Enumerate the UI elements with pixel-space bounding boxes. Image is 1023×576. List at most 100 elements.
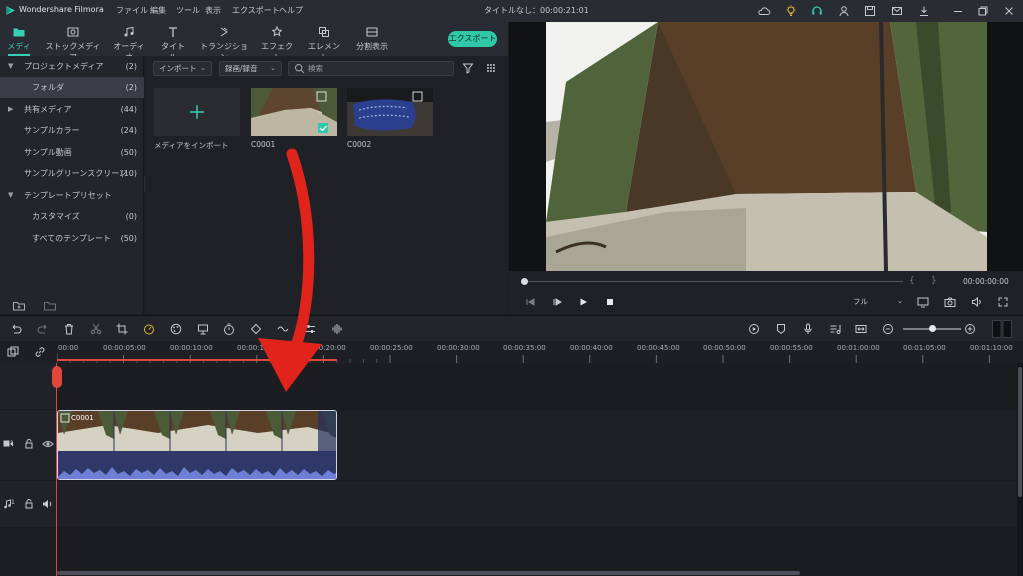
tab-split-screen[interactable]: 分割表示 (353, 22, 391, 56)
tab-stock-media[interactable]: ストックメディア (45, 22, 101, 62)
speaker-icon[interactable] (42, 499, 54, 509)
tab-audio[interactable]: オーディオ (112, 22, 146, 62)
horizontal-scrollbar[interactable] (57, 571, 800, 575)
menu-tools[interactable]: ツール (176, 5, 200, 16)
crop-icon[interactable] (115, 322, 129, 336)
tab-elements[interactable]: エレメント (306, 22, 342, 62)
vertical-scrollbar[interactable] (1017, 363, 1023, 576)
minimize-icon[interactable] (951, 4, 965, 18)
audio-track-lane[interactable] (57, 481, 1017, 527)
sidebar-item-all-templates[interactable]: すべてのテンプレート (50) (0, 228, 144, 249)
spare-track-lane[interactable] (57, 528, 1017, 576)
play-icon[interactable] (576, 295, 590, 309)
sidebar-item-project-media[interactable]: ▼ プロジェクトメディア (2) (0, 56, 144, 77)
grid-view-icon[interactable] (484, 61, 498, 75)
scissors-icon[interactable] (89, 322, 103, 336)
empty-track-lane[interactable] (57, 363, 1017, 409)
media-clip-c0001[interactable] (251, 88, 337, 136)
filter-icon[interactable] (461, 61, 475, 75)
save-icon[interactable] (863, 4, 877, 18)
fullscreen-icon[interactable] (996, 295, 1010, 309)
zoom-out-icon[interactable] (881, 322, 895, 336)
menu-edit[interactable]: 編集 (150, 5, 166, 16)
zoom-in-icon[interactable] (963, 322, 977, 336)
playhead-handle[interactable] (52, 366, 62, 388)
undo-icon[interactable] (9, 322, 23, 336)
import-media-tile[interactable] (154, 88, 240, 136)
import-dropdown[interactable]: インポート ⌄ (153, 61, 212, 76)
headset-support-icon[interactable] (810, 4, 824, 18)
download-icon[interactable] (917, 4, 931, 18)
menu-help[interactable]: ヘルプ (279, 5, 303, 16)
media-clip-c0002[interactable] (347, 88, 433, 136)
color-palette-icon[interactable] (169, 322, 183, 336)
account-icon[interactable] (837, 4, 851, 18)
play-reverse-icon[interactable] (550, 295, 564, 309)
lock-icon[interactable] (24, 498, 34, 509)
menu-export[interactable]: エクスポート (232, 5, 280, 16)
cloud-icon[interactable] (757, 4, 771, 18)
snapshot-camera-icon[interactable] (943, 295, 957, 309)
sidebar-item-count: (0) (125, 212, 137, 221)
tab-transitions[interactable]: トランジション (200, 22, 248, 62)
sidebar-item-count: (44) (120, 105, 137, 114)
ruler-tick-label: 00:01:00:00 (837, 344, 880, 352)
app-title: Wondershare Filmora (19, 5, 104, 14)
duration-timer-icon[interactable] (222, 322, 236, 336)
tab-effects[interactable]: エフェクト (259, 22, 295, 62)
timeline-toolbar (0, 315, 1023, 341)
sidebar-item-label: カスタマイズ (32, 212, 80, 221)
sidebar-item-sample-videos[interactable]: サンプル動画 (50) (0, 142, 144, 163)
audio-waveform-icon[interactable] (330, 322, 344, 336)
volume-icon[interactable] (970, 295, 984, 309)
voiceover-mic-icon[interactable] (801, 322, 815, 336)
quality-dropdown[interactable]: フル ⌄ (849, 294, 905, 309)
sidebar-item-folder[interactable]: フォルダ (2) (0, 77, 144, 98)
layout-toggle-icon[interactable] (992, 320, 1012, 338)
new-folder-icon[interactable] (12, 299, 26, 313)
fit-timeline-icon[interactable] (854, 322, 868, 336)
menu-view[interactable]: 表示 (205, 5, 221, 16)
green-screen-icon[interactable] (196, 322, 210, 336)
folder-outline-icon[interactable] (43, 299, 57, 313)
previous-frame-icon[interactable] (523, 295, 537, 309)
scrubber-handle[interactable] (521, 278, 528, 285)
sidebar-item-template-presets[interactable]: ▼ テンプレートプリセット (0, 185, 144, 206)
close-icon[interactable] (1002, 4, 1016, 18)
sidebar-item-sample-green-screen[interactable]: サンプルグリーンスクリーン (10) (0, 163, 144, 184)
sidebar-item-customize[interactable]: カスタマイズ (0) (0, 206, 144, 227)
delete-icon[interactable] (62, 322, 76, 336)
export-button[interactable]: エクスポート (448, 31, 497, 47)
marker-shield-icon[interactable] (774, 322, 788, 336)
speed-icon[interactable] (142, 322, 156, 336)
mark-in-icon[interactable]: { (909, 276, 915, 286)
eye-icon[interactable] (42, 439, 54, 449)
restore-icon[interactable] (976, 4, 990, 18)
mail-icon[interactable] (890, 4, 904, 18)
preview-scrubber[interactable] (523, 281, 903, 282)
timeline-clip-c0001[interactable]: C0001 (57, 410, 337, 480)
render-preview-icon[interactable] (747, 322, 761, 336)
link-icon[interactable] (33, 345, 47, 359)
lock-icon[interactable] (24, 438, 34, 449)
zoom-slider-handle[interactable] (929, 325, 936, 332)
playhead-line[interactable] (56, 363, 57, 576)
tab-titles[interactable]: タイトル (158, 22, 188, 62)
tab-media[interactable]: メディア (4, 22, 34, 62)
record-dropdown[interactable]: 録画/録音 ⌄ (219, 61, 282, 76)
sidebar-item-label: 共有メディア (24, 105, 72, 114)
lightbulb-icon[interactable] (784, 4, 798, 18)
menu-file[interactable]: ファイル (116, 5, 148, 16)
mark-out-icon[interactable]: } (931, 276, 937, 286)
timeline-ruler[interactable]: 00:00 00:00:05:00 00:00:10:00 00:00:15:0… (0, 341, 1023, 363)
filmora-logo-icon (5, 5, 16, 16)
stop-icon[interactable] (603, 295, 617, 309)
sidebar-item-shared-media[interactable]: ▶ 共有メディア (44) (0, 99, 144, 120)
search-input[interactable]: 検索 (288, 61, 454, 76)
add-track-icon[interactable] (6, 345, 20, 359)
text-t-icon (166, 25, 180, 39)
redo-icon[interactable] (36, 322, 50, 336)
display-icon[interactable] (916, 295, 930, 309)
audio-mixer-icon[interactable] (828, 322, 842, 336)
sidebar-item-sample-colors[interactable]: サンプルカラー (24) (0, 120, 144, 141)
